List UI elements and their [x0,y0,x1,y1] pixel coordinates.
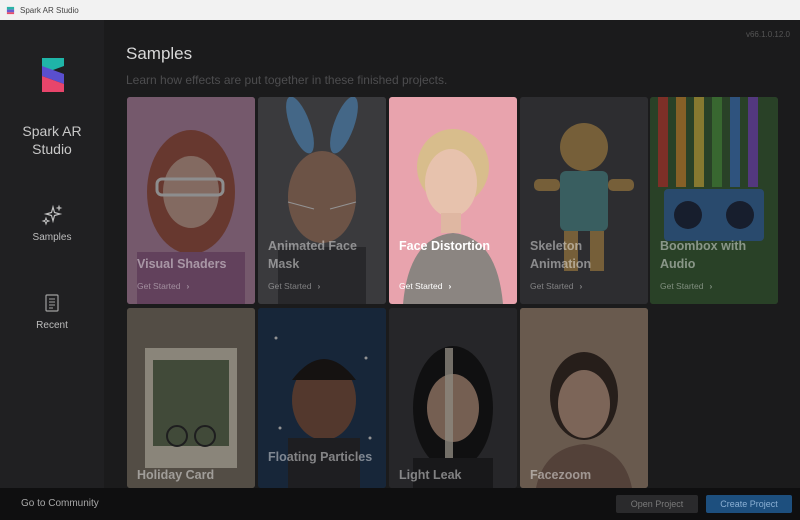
card-title: Skeleton Animation [530,239,592,271]
sample-card-face-distortion[interactable]: Face Distortion Get Started › [389,97,517,304]
chevron-right-icon: › [709,281,713,291]
sample-card-boombox-with-audio[interactable]: Boombox with Audio Get Started › [650,97,778,304]
sample-card-skeleton-animation[interactable]: Skeleton Animation Get Started › [520,97,648,304]
get-started-link[interactable]: Get Started › [399,281,451,291]
open-project-button[interactable]: Open Project [616,495,698,513]
brand-line-1: Spark AR [22,123,82,139]
chevron-right-icon: › [186,281,190,291]
sidebar-item-recent[interactable]: Recent [0,292,104,331]
card-title: Holiday Card [137,468,215,482]
brand-line-2: Studio [32,141,72,157]
get-started-link[interactable]: Get Started › [268,281,320,291]
brand-name: Spark AR Studio [0,122,104,158]
card-title: Visual Shaders [137,257,227,271]
get-started-link[interactable]: Get Started › [530,281,582,291]
document-icon [45,294,59,312]
chevron-right-icon: › [579,281,583,291]
window-title: Spark AR Studio [20,5,79,15]
sidebar-item-label: Recent [36,320,68,331]
card-title: Face Distortion [399,239,490,253]
sample-card-holiday-card[interactable]: Holiday Card [127,308,255,488]
sample-card-facezoom[interactable]: Facezoom [520,308,648,488]
card-title: Facezoom [530,468,592,482]
card-title: Floating Particles [268,450,373,464]
go-to-community-link[interactable]: Go to Community [21,498,99,509]
page-subtitle: Learn how effects are put together in th… [126,73,448,87]
card-title: Animated Face Mask [268,239,357,271]
footer-bar: Go to Community Open Project Create Proj… [0,488,800,520]
sparkles-icon [41,204,63,226]
sample-card-visual-shaders[interactable]: Visual Shaders Get Started › [127,97,255,304]
sample-card-floating-particles[interactable]: Floating Particles [258,308,386,488]
get-started-link[interactable]: Get Started › [137,281,189,291]
spark-ar-logo [42,58,64,92]
sample-card-light-leak[interactable]: Light Leak [389,308,517,488]
card-title: Boombox with Audio [660,239,747,271]
sample-card-animated-face-mask[interactable]: Animated Face Mask Get Started › [258,97,386,304]
sidebar: Spark AR Studio Samples Recent [0,20,104,488]
create-project-button[interactable]: Create Project [706,495,792,513]
sidebar-item-samples[interactable]: Samples [0,204,104,243]
app-icon [6,6,15,14]
main-panel: v66.1.0.12.0 Samples Learn how effects a… [104,20,800,488]
chevron-right-icon: › [448,281,452,291]
title-bar: Spark AR Studio [0,0,800,20]
sidebar-item-label: Samples [32,232,72,243]
version-label: v66.1.0.12.0 [745,30,790,39]
card-title: Light Leak [399,468,462,482]
chevron-right-icon: › [317,281,321,291]
page-title: Samples [126,44,193,63]
get-started-link[interactable]: Get Started › [660,281,712,291]
